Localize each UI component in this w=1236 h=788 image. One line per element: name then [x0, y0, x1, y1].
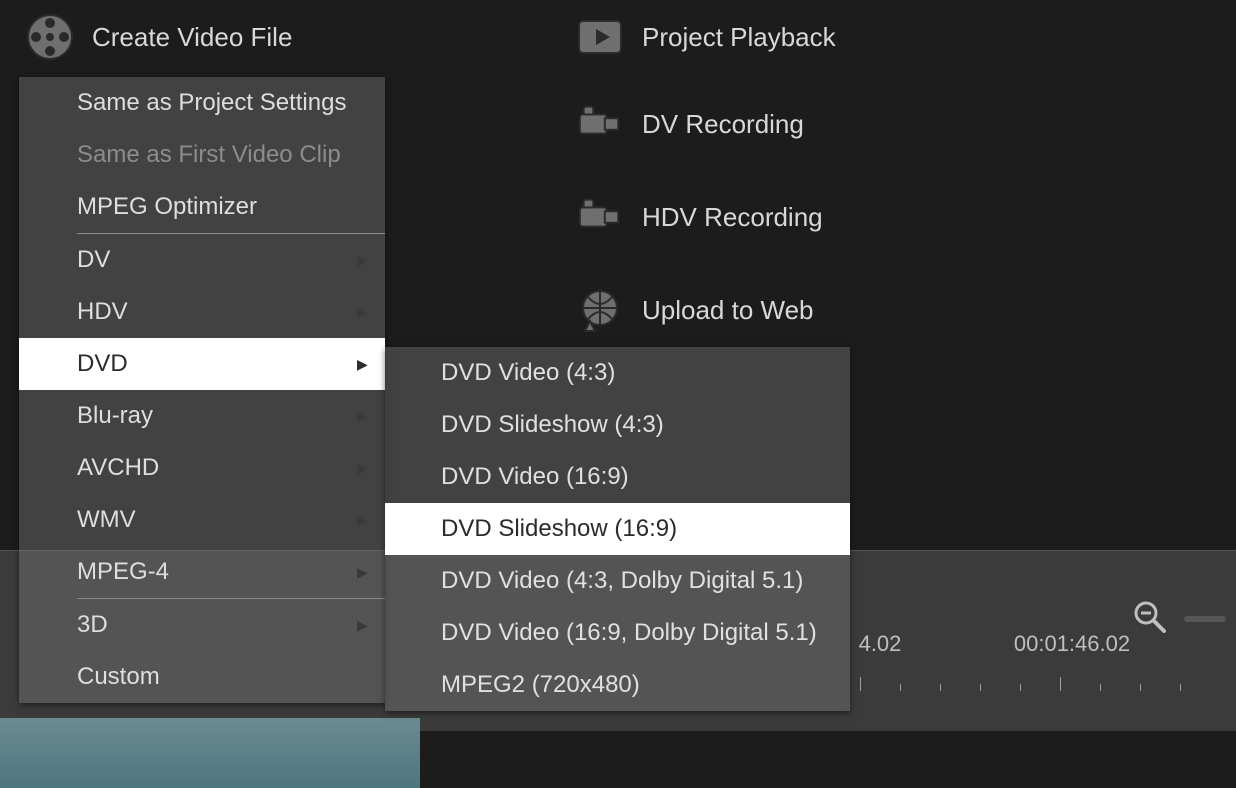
- menu-label-3d: 3D: [77, 611, 357, 639]
- submenu-label-dvd-slideshow-43: DVD Slideshow (4:3): [441, 411, 664, 439]
- submenu-label-dvd-slideshow-169: DVD Slideshow (16:9): [441, 515, 677, 543]
- menu-label-bluray: Blu-ray: [77, 402, 357, 430]
- submenu-arrow-icon: ▶: [357, 617, 385, 634]
- submenu-arrow-icon: ▶: [357, 460, 385, 477]
- hdv-camera-icon: [576, 193, 624, 241]
- submenu-item-dvd-video-169-dolby[interactable]: DVD Video (16:9, Dolby Digital 5.1): [385, 607, 850, 659]
- upload-to-web-label: Upload to Web: [642, 295, 814, 326]
- menu-item-3d[interactable]: 3D ▶: [19, 599, 385, 651]
- menu-item-dv[interactable]: DV ▶: [19, 234, 385, 286]
- submenu-item-dvd-slideshow-43[interactable]: DVD Slideshow (4:3): [385, 399, 850, 451]
- film-reel-icon: [26, 13, 74, 61]
- project-playback-button[interactable]: Project Playback: [576, 13, 836, 61]
- menu-label-dv: DV: [77, 246, 357, 274]
- submenu-arrow-icon: ▶: [357, 408, 385, 425]
- dv-recording-button[interactable]: DV Recording: [576, 100, 804, 148]
- submenu-item-dvd-slideshow-169[interactable]: DVD Slideshow (16:9): [385, 503, 850, 555]
- dv-camera-icon: [576, 100, 624, 148]
- create-video-file-label: Create Video File: [92, 22, 292, 53]
- submenu-arrow-icon: ▶: [357, 304, 385, 321]
- menu-item-mpeg-optimizer[interactable]: MPEG Optimizer: [19, 181, 385, 233]
- submenu-label-dvd-video-169-dolby: DVD Video (16:9, Dolby Digital 5.1): [441, 619, 817, 647]
- menu-item-avchd[interactable]: AVCHD ▶: [19, 442, 385, 494]
- menu-item-same-as-first-video-clip: Same as First Video Clip: [19, 129, 385, 181]
- submenu-label-mpeg2-720x480: MPEG2 (720x480): [441, 671, 640, 699]
- upload-to-web-button[interactable]: Upload to Web: [576, 286, 814, 334]
- submenu-item-mpeg2-720x480[interactable]: MPEG2 (720x480): [385, 659, 850, 711]
- globe-upload-icon: [576, 286, 624, 334]
- menu-label-same-as-first-video-clip: Same as First Video Clip: [77, 141, 385, 169]
- menu-label-same-as-project-settings: Same as Project Settings: [77, 89, 385, 117]
- submenu-label-dvd-video-169: DVD Video (16:9): [441, 463, 629, 491]
- hdv-recording-label: HDV Recording: [642, 202, 823, 233]
- menu-item-custom[interactable]: Custom: [19, 651, 385, 703]
- submenu-arrow-icon: ▶: [357, 252, 385, 269]
- create-video-file-menu: Same as Project Settings Same as First V…: [19, 77, 385, 703]
- zoom-slider[interactable]: [1184, 616, 1226, 622]
- dvd-submenu: DVD Video (4:3) DVD Slideshow (4:3) DVD …: [385, 347, 850, 711]
- submenu-arrow-icon: ▶: [357, 356, 385, 373]
- submenu-arrow-icon: ▶: [357, 512, 385, 529]
- timeline-timecode-1: 4.02: [859, 631, 902, 657]
- menu-label-mpeg-optimizer: MPEG Optimizer: [77, 193, 385, 221]
- menu-label-custom: Custom: [77, 663, 385, 691]
- menu-item-same-as-project-settings[interactable]: Same as Project Settings: [19, 77, 385, 129]
- submenu-item-dvd-video-43-dolby[interactable]: DVD Video (4:3, Dolby Digital 5.1): [385, 555, 850, 607]
- menu-item-mpeg4[interactable]: MPEG-4 ▶: [19, 546, 385, 598]
- timeline-clip-thumbnail[interactable]: [0, 718, 420, 788]
- dv-recording-label: DV Recording: [642, 109, 804, 140]
- menu-label-avchd: AVCHD: [77, 454, 357, 482]
- hdv-recording-button[interactable]: HDV Recording: [576, 193, 823, 241]
- timeline-timecode-2: 00:01:46.02: [1014, 631, 1130, 657]
- menu-label-hdv: HDV: [77, 298, 357, 326]
- submenu-item-dvd-video-169[interactable]: DVD Video (16:9): [385, 451, 850, 503]
- menu-item-dvd[interactable]: DVD ▶: [19, 338, 385, 390]
- submenu-label-dvd-video-43: DVD Video (4:3): [441, 359, 615, 387]
- menu-label-dvd: DVD: [77, 350, 357, 378]
- menu-item-hdv[interactable]: HDV ▶: [19, 286, 385, 338]
- menu-item-bluray[interactable]: Blu-ray ▶: [19, 390, 385, 442]
- submenu-item-dvd-video-43[interactable]: DVD Video (4:3): [385, 347, 850, 399]
- menu-item-wmv[interactable]: WMV ▶: [19, 494, 385, 546]
- submenu-arrow-icon: ▶: [357, 564, 385, 581]
- create-video-file-button[interactable]: Create Video File: [26, 13, 292, 61]
- project-playback-label: Project Playback: [642, 22, 836, 53]
- menu-label-wmv: WMV: [77, 506, 357, 534]
- submenu-label-dvd-video-43-dolby: DVD Video (4:3, Dolby Digital 5.1): [441, 567, 803, 595]
- menu-label-mpeg4: MPEG-4: [77, 558, 357, 586]
- playback-icon: [576, 13, 624, 61]
